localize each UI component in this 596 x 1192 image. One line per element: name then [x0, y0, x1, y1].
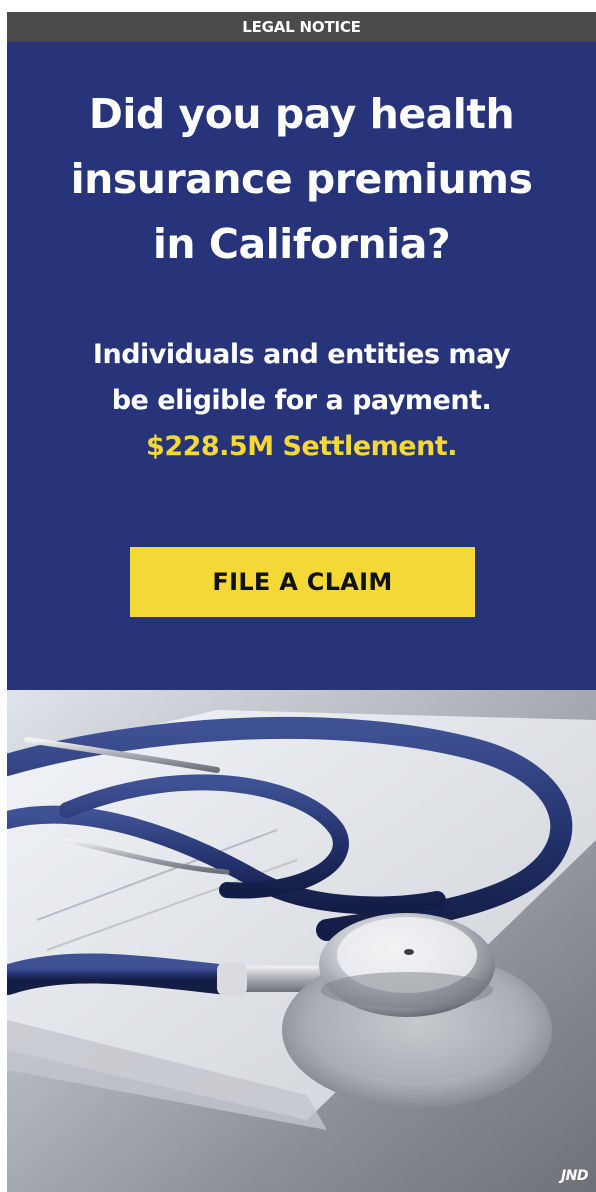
stethoscope-photo: [7, 690, 596, 1192]
eligibility-text: Individuals and entities may be eligible…: [7, 332, 596, 424]
ad-banner[interactable]: LEGAL NOTICE Did you pay health insuranc…: [7, 12, 596, 1192]
headline-line-3: in California?: [152, 220, 451, 268]
stethoscope-illustration: [7, 690, 596, 1192]
legal-notice-label: LEGAL NOTICE: [242, 18, 361, 36]
headline: Did you pay health insurance premiums in…: [7, 82, 596, 277]
eligibility-line-1: Individuals and entities may: [92, 339, 511, 370]
headline-line-2: insurance premiums: [70, 155, 533, 203]
headline-line-1: Did you pay health: [88, 90, 515, 138]
eligibility-line-2: be eligible for a payment.: [111, 385, 492, 416]
file-a-claim-label: FILE A CLAIM: [212, 568, 393, 596]
legal-notice-bar: LEGAL NOTICE: [7, 12, 596, 42]
jnd-logo: JND: [560, 1168, 589, 1184]
settlement-amount: $228.5M Settlement.: [146, 431, 457, 462]
file-a-claim-button[interactable]: FILE A CLAIM: [130, 547, 475, 617]
